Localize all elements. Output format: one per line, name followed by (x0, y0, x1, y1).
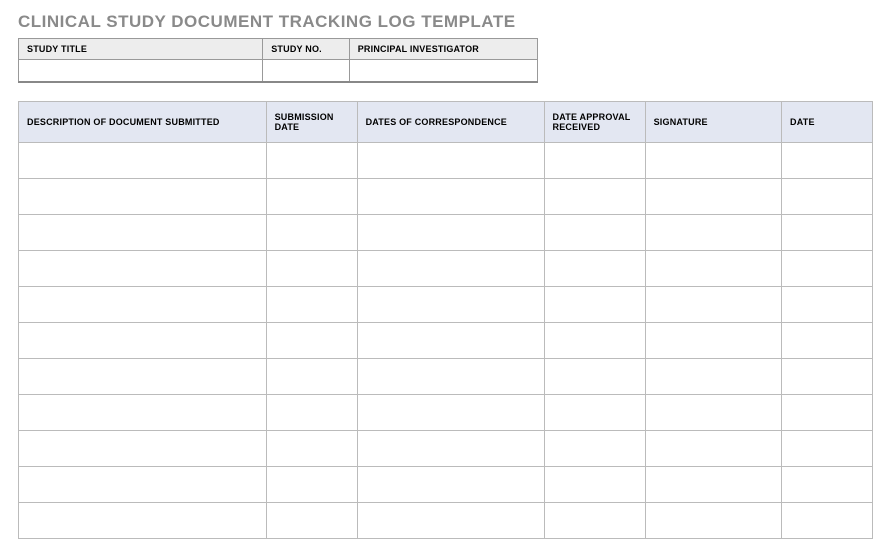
meta-value-principal-investigator[interactable] (349, 60, 537, 82)
cell-approval-received[interactable] (544, 322, 645, 358)
cell-correspondence[interactable] (357, 466, 544, 502)
cell-signature[interactable] (645, 214, 781, 250)
cell-approval-received[interactable] (544, 394, 645, 430)
cell-date[interactable] (782, 430, 873, 466)
col-header-submission-date: SUBMISSION DATE (266, 101, 357, 142)
cell-signature[interactable] (645, 178, 781, 214)
cell-submission-date[interactable] (266, 430, 357, 466)
cell-signature[interactable] (645, 466, 781, 502)
cell-approval-received[interactable] (544, 430, 645, 466)
cell-date[interactable] (782, 466, 873, 502)
col-header-correspondence: DATES OF CORRESPONDENCE (357, 101, 544, 142)
cell-description[interactable] (19, 466, 267, 502)
cell-correspondence[interactable] (357, 358, 544, 394)
cell-description[interactable] (19, 178, 267, 214)
table-row (19, 178, 873, 214)
cell-date[interactable] (782, 142, 873, 178)
table-row (19, 502, 873, 538)
cell-signature[interactable] (645, 358, 781, 394)
cell-date[interactable] (782, 250, 873, 286)
cell-approval-received[interactable] (544, 142, 645, 178)
cell-description[interactable] (19, 430, 267, 466)
cell-signature[interactable] (645, 430, 781, 466)
cell-signature[interactable] (645, 322, 781, 358)
cell-date[interactable] (782, 178, 873, 214)
cell-submission-date[interactable] (266, 502, 357, 538)
table-row (19, 250, 873, 286)
cell-signature[interactable] (645, 502, 781, 538)
cell-approval-received[interactable] (544, 358, 645, 394)
cell-description[interactable] (19, 250, 267, 286)
cell-description[interactable] (19, 502, 267, 538)
table-row (19, 142, 873, 178)
col-header-date: DATE (782, 101, 873, 142)
cell-date[interactable] (782, 214, 873, 250)
cell-submission-date[interactable] (266, 142, 357, 178)
tracking-log-table: DESCRIPTION OF DOCUMENT SUBMITTED SUBMIS… (18, 101, 873, 539)
cell-signature[interactable] (645, 142, 781, 178)
cell-date[interactable] (782, 358, 873, 394)
table-row (19, 358, 873, 394)
cell-correspondence[interactable] (357, 286, 544, 322)
cell-submission-date[interactable] (266, 466, 357, 502)
col-header-signature: SIGNATURE (645, 101, 781, 142)
cell-signature[interactable] (645, 250, 781, 286)
col-header-approval-received: DATE APPROVAL RECEIVED (544, 101, 645, 142)
cell-description[interactable] (19, 142, 267, 178)
cell-submission-date[interactable] (266, 178, 357, 214)
cell-approval-received[interactable] (544, 250, 645, 286)
table-row (19, 430, 873, 466)
cell-description[interactable] (19, 286, 267, 322)
cell-description[interactable] (19, 322, 267, 358)
cell-submission-date[interactable] (266, 214, 357, 250)
cell-correspondence[interactable] (357, 250, 544, 286)
cell-correspondence[interactable] (357, 430, 544, 466)
study-meta-table: STUDY TITLE STUDY NO. PRINCIPAL INVESTIG… (18, 38, 538, 83)
cell-approval-received[interactable] (544, 286, 645, 322)
col-header-description: DESCRIPTION OF DOCUMENT SUBMITTED (19, 101, 267, 142)
table-row (19, 322, 873, 358)
meta-header-study-no: STUDY NO. (263, 39, 350, 60)
cell-signature[interactable] (645, 286, 781, 322)
cell-submission-date[interactable] (266, 358, 357, 394)
cell-approval-received[interactable] (544, 178, 645, 214)
cell-description[interactable] (19, 214, 267, 250)
cell-date[interactable] (782, 286, 873, 322)
cell-correspondence[interactable] (357, 142, 544, 178)
page-title: CLINICAL STUDY DOCUMENT TRACKING LOG TEM… (18, 12, 872, 32)
cell-approval-received[interactable] (544, 466, 645, 502)
cell-description[interactable] (19, 394, 267, 430)
cell-correspondence[interactable] (357, 214, 544, 250)
cell-date[interactable] (782, 502, 873, 538)
cell-signature[interactable] (645, 394, 781, 430)
cell-correspondence[interactable] (357, 502, 544, 538)
cell-correspondence[interactable] (357, 322, 544, 358)
cell-correspondence[interactable] (357, 178, 544, 214)
meta-header-principal-investigator: PRINCIPAL INVESTIGATOR (349, 39, 537, 60)
cell-submission-date[interactable] (266, 322, 357, 358)
cell-submission-date[interactable] (266, 286, 357, 322)
cell-date[interactable] (782, 322, 873, 358)
cell-description[interactable] (19, 358, 267, 394)
meta-header-study-title: STUDY TITLE (19, 39, 263, 60)
table-row (19, 466, 873, 502)
table-row (19, 214, 873, 250)
cell-submission-date[interactable] (266, 394, 357, 430)
cell-approval-received[interactable] (544, 214, 645, 250)
cell-submission-date[interactable] (266, 250, 357, 286)
cell-approval-received[interactable] (544, 502, 645, 538)
table-row (19, 394, 873, 430)
meta-value-study-no[interactable] (263, 60, 350, 82)
table-row (19, 286, 873, 322)
meta-value-study-title[interactable] (19, 60, 263, 82)
cell-correspondence[interactable] (357, 394, 544, 430)
cell-date[interactable] (782, 394, 873, 430)
